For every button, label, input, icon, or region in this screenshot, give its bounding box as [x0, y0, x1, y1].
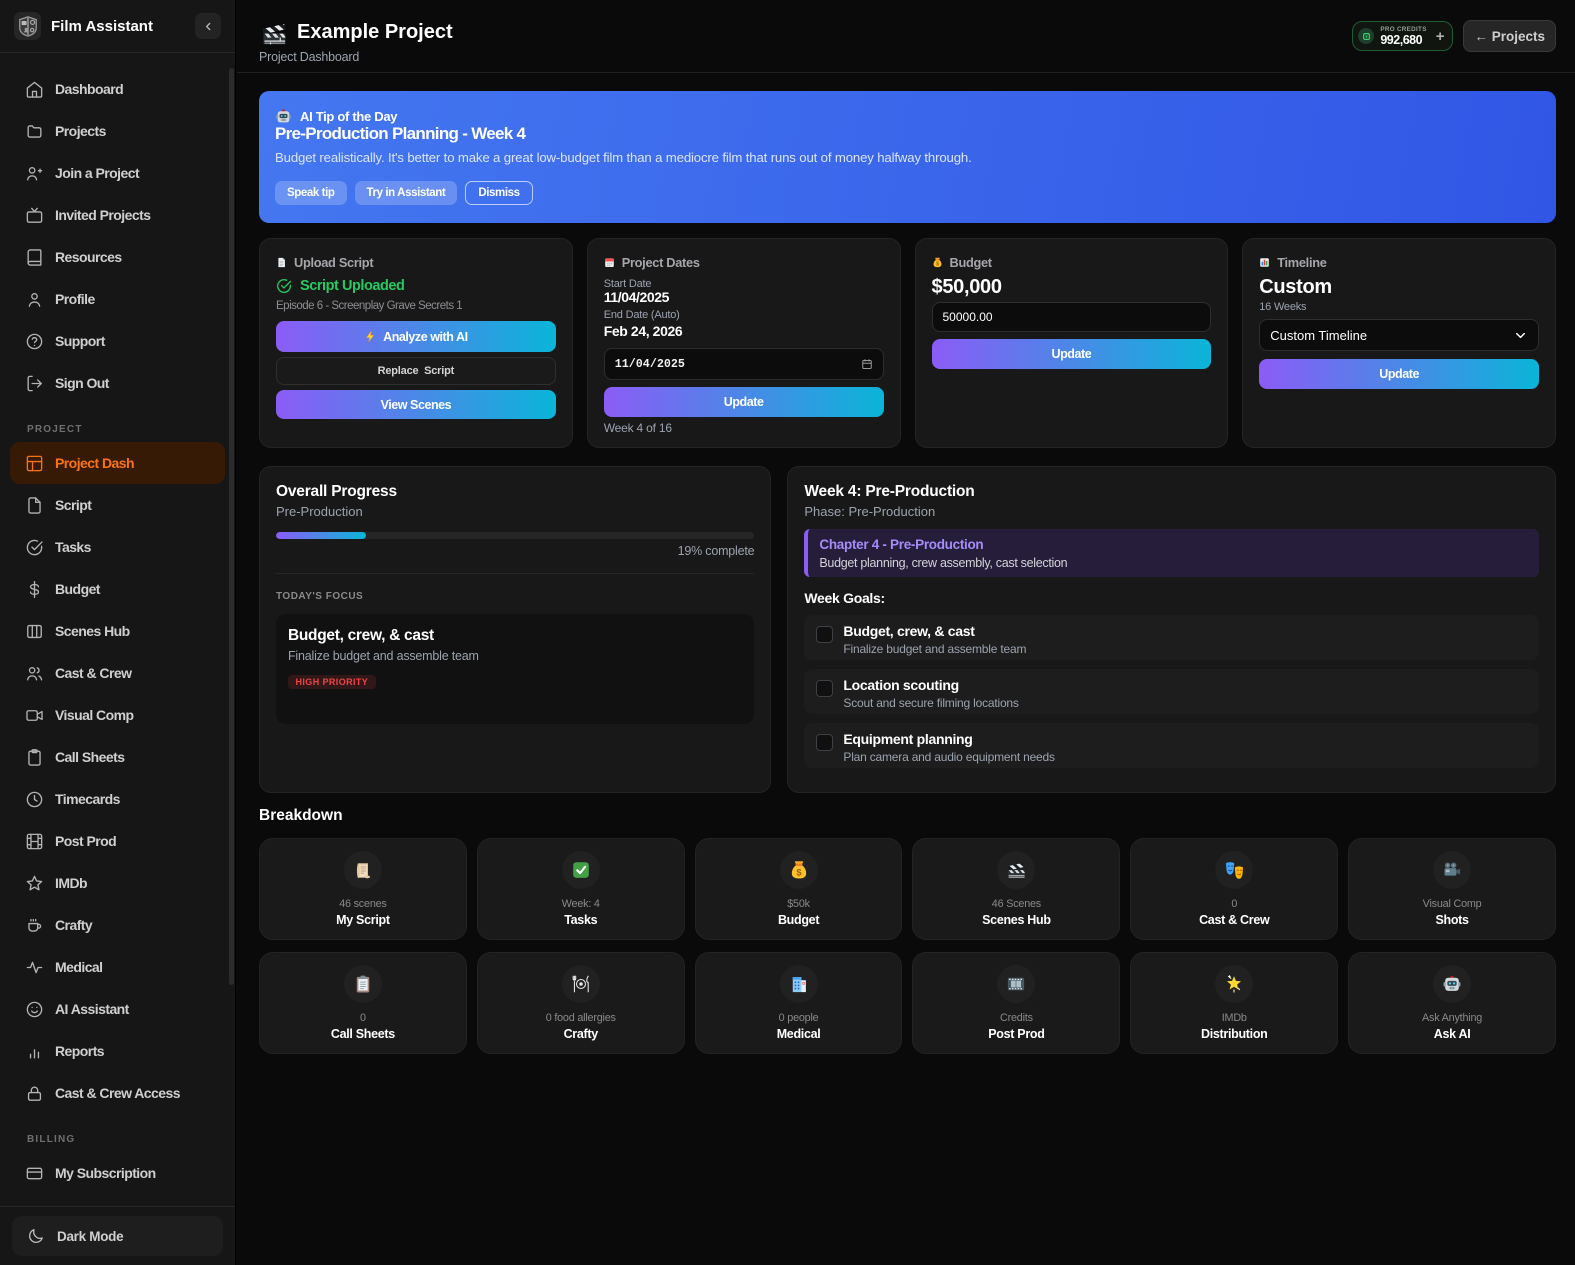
svg-text:$: $	[796, 867, 802, 877]
svg-text:$: $	[936, 261, 939, 267]
